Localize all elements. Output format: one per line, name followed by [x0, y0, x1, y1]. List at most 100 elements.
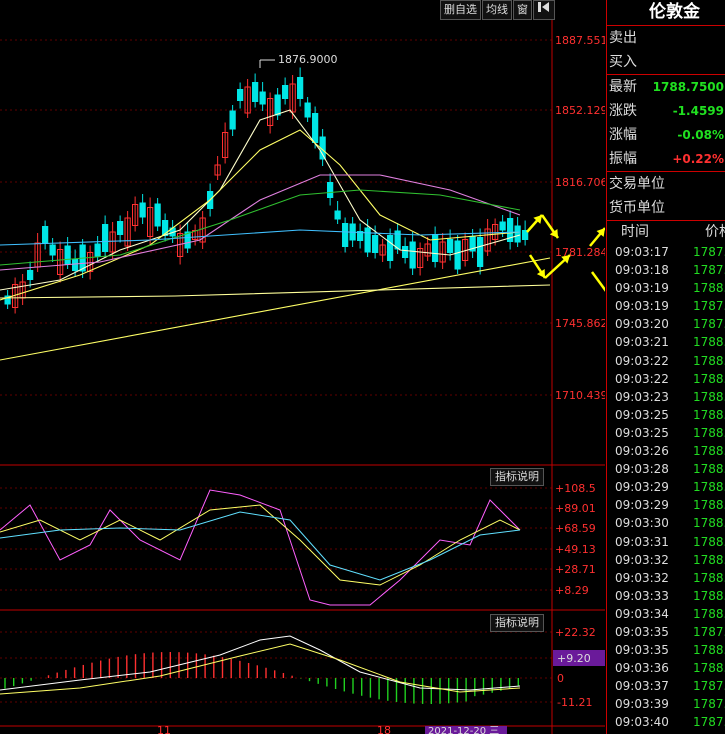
candle-body	[447, 239, 454, 253]
date-tick: 18	[377, 724, 391, 734]
tick-row[interactable]: 09:03:19 1787.7	[607, 297, 725, 315]
tick-row[interactable]: 09:03:29 1788.0	[607, 478, 725, 496]
tick-row[interactable]: 09:03:29 1788.0	[607, 496, 725, 514]
macd-axis-label: 0	[557, 672, 564, 685]
candle-body	[72, 259, 79, 271]
price-axis-label: 1852.129	[555, 104, 605, 117]
tick-price: 1787.7	[693, 715, 725, 730]
candle-body	[297, 77, 304, 99]
tick-time: 09:03:35	[615, 624, 669, 639]
candle-body	[49, 244, 56, 256]
tick-row[interactable]: 09:03:36 1788.0	[607, 659, 725, 677]
tick-row[interactable]: 09:03:17 1787.7	[607, 243, 725, 261]
tick-price: 1788.0	[693, 407, 725, 422]
tick-row[interactable]: 09:03:35 1787.7	[607, 623, 725, 641]
candle-body	[372, 235, 379, 253]
tick-row[interactable]: 09:03:40 1787.7	[607, 713, 725, 731]
tick-price: 1788.0	[693, 570, 725, 585]
tick-row[interactable]: 09:03:25 1788.0	[607, 406, 725, 424]
tick-row[interactable]: 09:03:25 1788.0	[607, 424, 725, 442]
candle-body	[387, 235, 394, 261]
candle-body	[432, 234, 439, 262]
tick-row[interactable]: 09:03:32 1788.0	[607, 569, 725, 587]
tick-time: 09:03:22	[615, 353, 669, 368]
candle-body	[477, 237, 484, 267]
price-axis-label: 1710.439	[555, 389, 605, 402]
tick-time: 09:03:31	[615, 534, 669, 549]
tick-row[interactable]: 09:03:39 1787.7	[607, 695, 725, 713]
moving-average-button[interactable]: 均线	[482, 0, 512, 20]
candle-body	[64, 245, 71, 265]
annotation-arrows	[526, 214, 605, 292]
latest-row: 最新 1788.7500	[607, 75, 725, 99]
macd-indicator-help-button[interactable]: 指标说明	[490, 614, 544, 632]
ticks-price-header: 价格	[705, 224, 725, 240]
candle-body	[139, 202, 146, 218]
tick-row[interactable]: 09:03:19 1788.0	[607, 279, 725, 297]
tick-price: 1788.0	[693, 371, 725, 386]
candle-body	[454, 240, 461, 270]
tick-row[interactable]: 09:03:34 1788.0	[607, 605, 725, 623]
tick-row[interactable]: 09:03:28 1788.0	[607, 460, 725, 478]
candle-body	[342, 223, 349, 247]
exit-arrow-icon[interactable]	[533, 0, 555, 20]
tick-price: 1787.7	[693, 317, 725, 332]
tick-row[interactable]: 09:03:22 1788.0	[607, 370, 725, 388]
tick-list[interactable]: 09:03:17 1787.7 09:03:18 1787.7 09:03:19 1788…	[607, 243, 725, 732]
tick-time: 09:03:19	[615, 299, 669, 314]
tick-row[interactable]: 09:03:18 1787.7	[607, 261, 725, 279]
buy-label: 买入	[609, 54, 637, 70]
macd-dea-line	[0, 643, 521, 695]
tick-price: 1788.0	[693, 335, 725, 350]
tick-row[interactable]: 09:03:23 1788.0	[607, 388, 725, 406]
quote-panel: 伦敦金 卖出 买入 最新 1788.7500 涨跌 -1.4599 涨幅 -0.…	[606, 0, 725, 734]
candle-body	[282, 85, 289, 99]
candle-body	[252, 82, 259, 102]
tick-row[interactable]: 09:03:32 1788.0	[607, 551, 725, 569]
tick-price: 1788.0	[693, 389, 725, 404]
chart-toolbar: 删自选 均线 窗	[440, 0, 556, 20]
kdj-indicator-help-button[interactable]: 指标说明	[490, 468, 544, 486]
candle-body	[259, 91, 266, 105]
tick-time: 09:03:22	[615, 371, 669, 386]
price-axis-label: 1887.551	[555, 34, 605, 47]
tick-time: 09:03:20	[615, 317, 669, 332]
tick-price: 1788.0	[693, 606, 725, 621]
kdj-axis-label: +28.71	[555, 563, 596, 576]
tick-price: 1787.7	[693, 299, 725, 314]
tick-price: 1787.7	[693, 679, 725, 694]
tick-time: 09:03:25	[615, 425, 669, 440]
tick-price: 1788.0	[693, 480, 725, 495]
ma20-line	[0, 174, 521, 271]
kdj-axis-label: +8.29	[555, 584, 589, 597]
delete-favorite-button[interactable]: 删自选	[440, 0, 481, 20]
latest-label: 最新	[609, 79, 637, 95]
latest-value: 1788.7500	[652, 80, 724, 94]
tick-time: 09:03:21	[615, 335, 669, 350]
tick-row[interactable]: 09:03:20 1787.7	[607, 315, 725, 333]
tick-time: 09:03:28	[615, 462, 669, 477]
kdj-panel	[0, 489, 521, 606]
candle-body	[94, 243, 101, 257]
tick-row[interactable]: 09:03:26 1788.0	[607, 442, 725, 460]
candle-body	[229, 110, 236, 130]
tick-row[interactable]: 09:03:21 1788.0	[607, 333, 725, 351]
window-button[interactable]: 窗	[513, 0, 532, 20]
tick-row[interactable]: 09:03:30 1788.0	[607, 514, 725, 532]
tick-row[interactable]: 09:03:31 1788.0	[607, 533, 725, 551]
candle-body	[327, 182, 334, 198]
tick-row[interactable]: 09:03:22 1788.0	[607, 352, 725, 370]
tick-row[interactable]: 09:03:33 1788.0	[607, 587, 725, 605]
tick-time: 09:03:29	[615, 480, 669, 495]
pct-row: 涨幅 -0.08%	[607, 123, 725, 147]
tick-row[interactable]: 09:03:37 1787.7	[607, 677, 725, 695]
tick-price: 1787.7	[693, 245, 725, 259]
tick-row[interactable]: 09:03:35 1788.0	[607, 641, 725, 659]
pct-value: -0.08%	[677, 128, 724, 142]
candle-body	[102, 224, 109, 252]
amp-row: 振幅 +0.22%	[607, 147, 725, 172]
trade-unit-row: 交易单位	[607, 172, 725, 196]
ma60-line	[0, 229, 521, 246]
tick-time: 09:03:34	[615, 606, 669, 621]
candle-body	[364, 227, 371, 253]
